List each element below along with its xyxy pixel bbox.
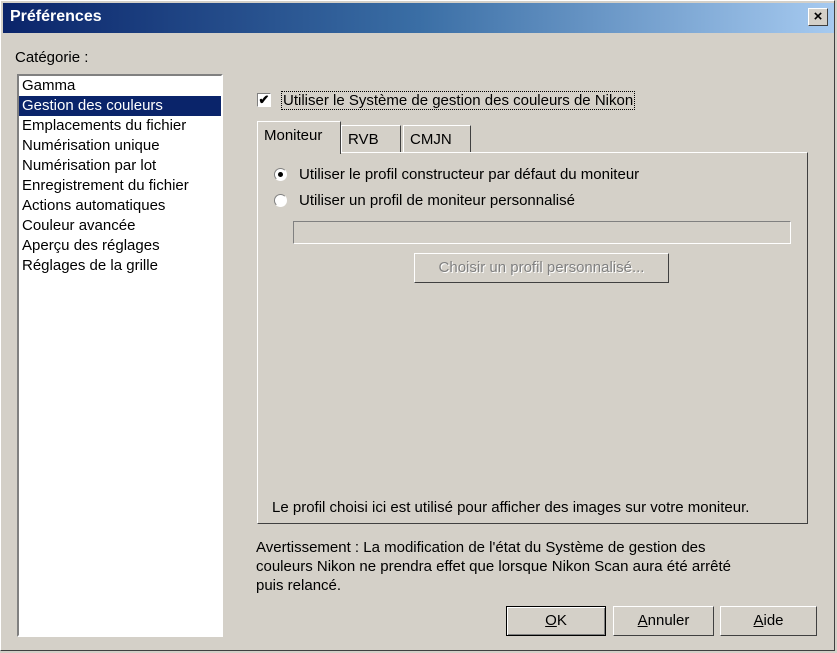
ok-button-label: K [556,612,567,629]
ok-button-mnemonic: O [545,612,557,629]
warning-line-3: puis relancé. [256,577,342,594]
cms-checkbox-label[interactable]: Utiliser le Système de gestion des coule… [281,91,636,110]
preferences-dialog: Préférences × Catégorie : Gamma Gestion … [0,0,835,651]
category-item-gamma[interactable]: Gamma [19,76,221,96]
ok-button[interactable]: OK [506,606,606,636]
warning-line-2: couleurs Nikon ne prendra effet que lors… [256,558,732,575]
category-item-auto-actions[interactable]: Actions automatiques [19,196,221,216]
tab-monitor[interactable]: Moniteur [257,121,341,154]
radio-default-profile[interactable] [274,168,287,181]
tab-monitor-label: Moniteur [264,127,323,144]
choose-profile-button: Choisir un profil personnalisé... [414,253,669,283]
close-icon: × [813,8,823,25]
category-item-grid-settings[interactable]: Réglages de la grille [19,256,221,276]
radio-dot-icon [278,172,283,177]
help-button[interactable]: Aide [720,606,817,636]
category-item-single-scan[interactable]: Numérisation unique [19,136,221,156]
radio-default-profile-label[interactable]: Utiliser le profil constructeur par défa… [299,166,639,183]
radio-custom-profile[interactable] [274,194,287,207]
category-item-batch-scan[interactable]: Numérisation par lot [19,156,221,176]
category-item-color-management[interactable]: Gestion des couleurs [19,96,221,116]
tab-rgb[interactable]: RVB [341,125,401,153]
cancel-button[interactable]: Annuler [613,606,714,636]
radio-custom-profile-label[interactable]: Utiliser un profil de moniteur personnal… [299,192,575,209]
close-button[interactable]: × [808,8,828,26]
help-button-mnemonic: A [753,612,764,629]
checkmark-icon: ✔ [258,92,270,107]
tab-cmyk[interactable]: CMJN [403,125,471,153]
warning-line-1: Avertissement : La modification de l'éta… [256,539,706,556]
cms-checkbox[interactable]: ✔ [257,93,271,107]
category-item-file-locations[interactable]: Emplacements du fichier [19,116,221,136]
title-bar[interactable]: Préférences × [3,3,834,33]
cancel-button-mnemonic: A [637,612,648,629]
category-item-file-saving[interactable]: Enregistrement du fichier [19,176,221,196]
tab-rgb-label: RVB [348,131,379,148]
tab-cmyk-label: CMJN [410,131,452,148]
category-label: Catégorie : [15,49,89,66]
category-item-advanced-color[interactable]: Couleur avancée [19,216,221,236]
help-button-label: ide [763,612,784,629]
window-title: Préférences [10,8,102,25]
category-list[interactable]: Gamma Gestion des couleurs Emplacements … [17,74,223,637]
cancel-button-label: nnuler [647,612,690,629]
category-item-settings-preview[interactable]: Aperçu des réglages [19,236,221,256]
profile-note: Le profil choisi ici est utilisé pour af… [272,499,750,516]
custom-profile-path-field [293,221,791,244]
